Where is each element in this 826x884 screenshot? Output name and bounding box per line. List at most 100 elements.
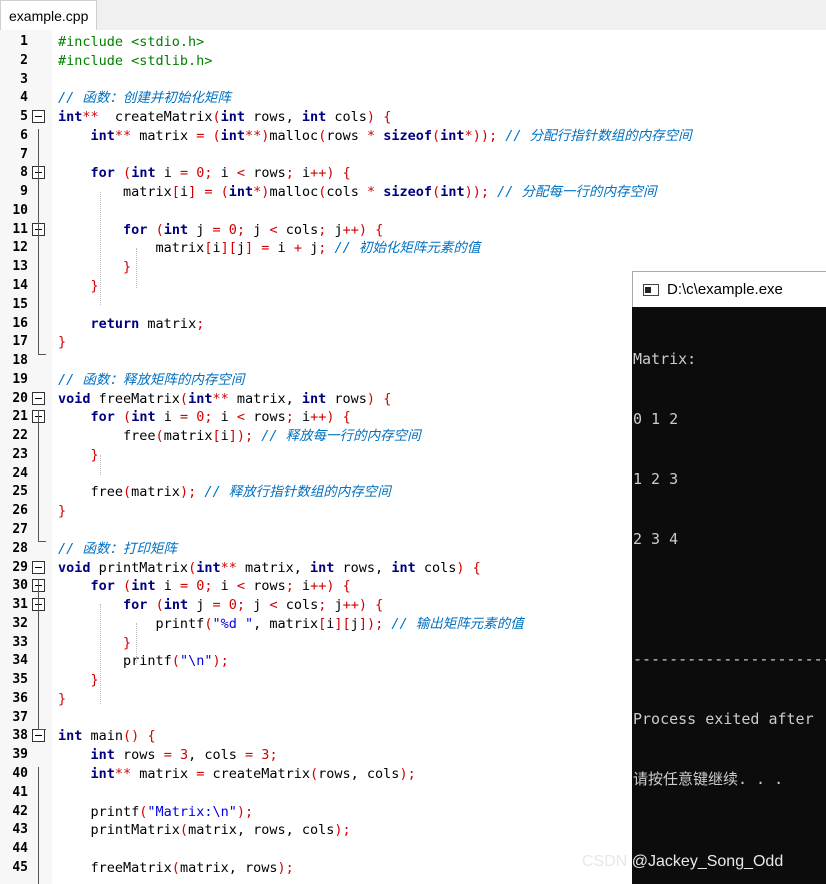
code-text: } bbox=[58, 446, 99, 465]
code-token: *)); bbox=[464, 127, 498, 144]
code-token: for bbox=[90, 409, 115, 426]
fold-toggle-icon[interactable] bbox=[32, 391, 45, 405]
line-number: 24 bbox=[12, 465, 28, 481]
code-token: // 函数：打印矩阵 bbox=[58, 540, 177, 557]
code-token: rows bbox=[245, 578, 286, 595]
code-token: main bbox=[82, 728, 124, 745]
code-token: int bbox=[188, 390, 213, 407]
code-line[interactable]: 11 for (int j = 0; j < cols; j++) { bbox=[0, 221, 826, 240]
code-token: printMatrix bbox=[90, 559, 189, 576]
code-token: i bbox=[155, 165, 180, 182]
code-line[interactable]: 4 // 函数：创建并初始化矩阵 bbox=[0, 89, 826, 108]
code-token: int bbox=[90, 747, 115, 764]
code-token: ); bbox=[399, 766, 416, 783]
code-token: < bbox=[269, 597, 278, 614]
code-token: , matrix bbox=[253, 615, 319, 632]
console-line: 请按任意键继续. . . bbox=[633, 770, 784, 788]
code-text: free(matrix); // 释放行指针数组的内存空间 bbox=[58, 483, 391, 502]
code-token: j bbox=[326, 221, 343, 238]
code-token: { bbox=[147, 728, 156, 745]
code-line[interactable]: 8 for (int i = 0; i < rows; i++) { bbox=[0, 164, 826, 183]
code-text: printf("\n"); bbox=[58, 652, 229, 671]
code-token: ; bbox=[285, 409, 294, 426]
code-text: free(matrix[i]); // 释放每一行的内存空间 bbox=[58, 427, 421, 446]
line-number: 9 bbox=[20, 184, 28, 200]
code-line[interactable]: 1 #include <stdio.h> bbox=[0, 33, 826, 52]
code-token: cols bbox=[277, 597, 319, 614]
code-token: { bbox=[342, 165, 351, 182]
code-line[interactable]: 6 int** matrix = (int**)malloc(rows * si… bbox=[0, 127, 826, 146]
code-line[interactable]: 7 bbox=[0, 146, 826, 165]
tab-bar: example.cpp bbox=[0, 0, 826, 31]
line-number: 20 bbox=[12, 390, 28, 406]
code-text: printf("Matrix:\n"); bbox=[58, 803, 254, 822]
code-token: matrix bbox=[58, 240, 205, 257]
code-token: ); bbox=[334, 822, 351, 839]
line-number: 32 bbox=[12, 615, 28, 631]
tab-example-cpp[interactable]: example.cpp bbox=[0, 0, 98, 30]
line-number: 44 bbox=[12, 841, 28, 857]
code-token: ]); bbox=[358, 615, 384, 632]
code-token: int bbox=[90, 127, 115, 144]
fold-toggle-icon[interactable] bbox=[32, 560, 45, 574]
line-number: 10 bbox=[12, 202, 28, 218]
code-token: ; bbox=[204, 578, 213, 595]
line-number: 45 bbox=[12, 859, 28, 875]
code-line[interactable]: 9 matrix[i] = (int*)malloc(cols * sizeof… bbox=[0, 183, 826, 202]
code-token: #include <stdlib.h> bbox=[58, 52, 213, 69]
code-token: 0 bbox=[228, 221, 237, 238]
code-token: ; bbox=[269, 747, 278, 764]
code-token: *) bbox=[253, 184, 270, 201]
code-line[interactable]: 2 #include <stdlib.h> bbox=[0, 52, 826, 71]
code-token: matrix bbox=[131, 766, 197, 783]
code-token: ][ bbox=[220, 240, 237, 257]
code-token: int bbox=[163, 221, 189, 238]
code-token: { bbox=[375, 597, 384, 614]
fold-toggle-icon[interactable] bbox=[32, 729, 45, 743]
code-token: ; bbox=[236, 221, 246, 238]
code-text: void printMatrix(int** matrix, int rows,… bbox=[58, 559, 481, 578]
code-token: printf bbox=[58, 803, 140, 820]
code-text: } bbox=[58, 333, 66, 352]
code-token: for bbox=[90, 165, 115, 182]
code-token: // 函数：释放矩阵的内存空间 bbox=[58, 371, 245, 388]
code-token: } bbox=[90, 278, 99, 294]
code-token: ); bbox=[236, 803, 254, 820]
line-number: 3 bbox=[20, 71, 28, 87]
code-token: ; bbox=[285, 578, 294, 595]
code-token: ( bbox=[179, 390, 189, 407]
console-window[interactable]: D:\c\example.exe Matrix: 0 1 2 1 2 3 2 3… bbox=[632, 271, 826, 884]
console-line: 0 1 2 bbox=[633, 410, 679, 428]
code-token: ; bbox=[204, 165, 213, 182]
code-token: printMatrix bbox=[58, 822, 180, 839]
code-line[interactable]: 5 int** createMatrix(int rows, int cols) … bbox=[0, 108, 826, 127]
code-token: } bbox=[58, 503, 67, 520]
console-title-bar[interactable]: D:\c\example.exe bbox=[632, 271, 826, 307]
code-token: int bbox=[131, 165, 156, 182]
fold-scope-line bbox=[38, 410, 39, 541]
code-token: = bbox=[204, 184, 213, 201]
code-token: ( bbox=[155, 428, 164, 445]
code-line[interactable]: 12 matrix[i][j] = i + j; // 初始化矩阵元素的值 bbox=[0, 239, 826, 258]
line-number: 34 bbox=[12, 653, 28, 669]
code-token: ** bbox=[220, 559, 237, 576]
code-token: [ bbox=[212, 428, 221, 445]
code-token: ); bbox=[212, 653, 229, 670]
code-token: = bbox=[245, 747, 254, 764]
code-token: = bbox=[212, 221, 221, 238]
code-line[interactable]: 10 bbox=[0, 202, 826, 221]
code-line[interactable]: 3 bbox=[0, 71, 826, 90]
code-token: int bbox=[440, 184, 465, 201]
code-token: free bbox=[58, 484, 124, 501]
code-token: j bbox=[301, 240, 319, 257]
code-token: , cols bbox=[188, 747, 246, 764]
code-text: int main() { bbox=[58, 727, 156, 746]
fold-toggle-icon[interactable] bbox=[32, 110, 45, 124]
code-token: createMatrix bbox=[98, 109, 213, 126]
